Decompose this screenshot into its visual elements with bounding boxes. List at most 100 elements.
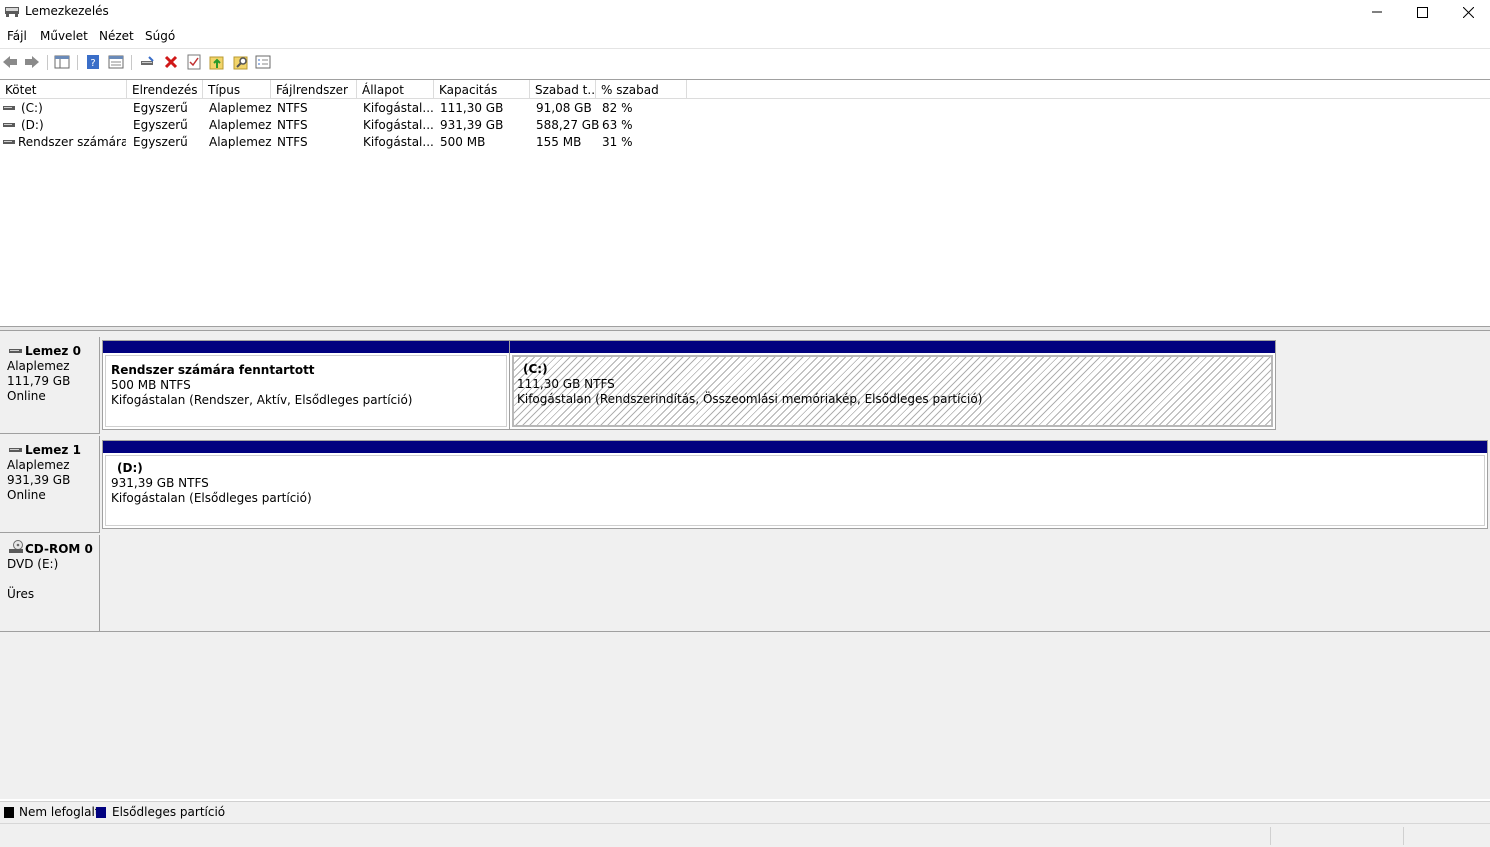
disk-type: Alaplemez	[7, 359, 70, 373]
disk-icon	[9, 349, 22, 353]
disk-graphical-view: Lemez 0 Alaplemez 111,79 GB Online Rends…	[0, 331, 1490, 799]
table-row[interactable]: (C:) Egyszerű Alaplemez NTFS Kifogástal.…	[0, 100, 700, 117]
disk-1-label[interactable]: Lemez 1 Alaplemez 931,39 GB Online	[0, 436, 100, 533]
partition-size: 500 MB NTFS	[111, 378, 191, 392]
maximize-button[interactable]	[1399, 0, 1445, 24]
cell-type: Alaplemez	[209, 118, 272, 132]
column-header-percent-free[interactable]: % szabad	[596, 80, 687, 99]
menu-action[interactable]: Művelet	[40, 29, 88, 43]
table-row[interactable]: (D:) Egyszerű Alaplemez NTFS Kifogástal.…	[0, 117, 700, 134]
volume-icon	[3, 106, 15, 110]
details-icon	[255, 55, 271, 69]
column-header-free-space[interactable]: Szabad t...	[530, 80, 596, 99]
legend-label-unallocated: Nem lefoglalt	[19, 805, 100, 819]
delete-button[interactable]	[162, 53, 180, 71]
column-header-status[interactable]: Állapot	[357, 80, 434, 99]
partition-title: (D:)	[117, 461, 143, 475]
details-button[interactable]	[254, 53, 272, 71]
column-header-type[interactable]: Típus	[203, 80, 271, 99]
table-row[interactable]: Rendszer számára ... Egyszerű Alaplemez …	[0, 134, 700, 151]
volume-list: Kötet Elrendezés Típus Fájlrendszer Álla…	[0, 79, 1490, 326]
disk-status: Online	[7, 389, 46, 403]
partition-title: Rendszer számára fenntartott	[111, 363, 315, 377]
legend: Nem lefoglalt Elsődleges partíció	[0, 801, 1490, 823]
help-button[interactable]: ?	[84, 53, 102, 71]
disk-name: Lemez 0	[25, 344, 81, 358]
disk-size: 931,39 GB	[7, 473, 71, 487]
title-bar: Lemezkezelés	[0, 0, 1490, 24]
partition-status: Kifogástalan (Rendszer, Aktív, Elsődlege…	[111, 393, 413, 407]
menu-view[interactable]: Nézet	[99, 29, 134, 43]
cell-layout: Egyszerű	[133, 135, 188, 149]
cdrom-icon	[9, 540, 23, 553]
partition-body: Rendszer számára fenntartott 500 MB NTFS…	[105, 355, 507, 427]
menu-bar: Fájl Művelet Nézet Súgó	[0, 26, 1490, 46]
partition-status: Kifogástalan (Rendszerindítás, Összeomlá…	[517, 392, 983, 406]
status-divider	[1270, 827, 1271, 845]
disk-name: CD-ROM 0	[25, 542, 93, 556]
close-icon	[1462, 6, 1474, 18]
console-tree-button[interactable]	[53, 53, 71, 71]
import-icon	[209, 56, 224, 70]
cell-percent-free: 82 %	[602, 101, 633, 115]
check-button[interactable]	[185, 53, 203, 71]
disk-status: Üres	[7, 587, 35, 601]
minimize-button[interactable]	[1354, 0, 1400, 24]
find-button[interactable]	[232, 53, 250, 71]
partition-body: (D:) 931,39 GB NTFS Kifogástalan (Elsődl…	[105, 455, 1485, 526]
disk-type: Alaplemez	[7, 458, 70, 472]
delete-icon	[164, 55, 178, 69]
cell-volume: (C:)	[21, 101, 43, 115]
menu-file[interactable]: Fájl	[7, 29, 27, 43]
legend-swatch-unallocated	[4, 807, 14, 818]
cell-capacity: 500 MB	[440, 135, 486, 149]
minimize-icon	[1372, 11, 1382, 13]
disk-status: Online	[7, 488, 46, 502]
cell-volume: (D:)	[21, 118, 44, 132]
partition-system-reserved[interactable]: Rendszer számára fenntartott 500 MB NTFS…	[102, 340, 510, 430]
help-icon: ?	[87, 55, 99, 69]
partition-c-selected[interactable]: (C:) 111,30 GB NTFS Kifogástalan (Rendsz…	[509, 340, 1276, 430]
volume-icon	[3, 140, 15, 144]
cdrom-0-label[interactable]: CD-ROM 0 DVD (E:) Üres	[0, 535, 100, 632]
find-icon	[233, 56, 248, 70]
toolbar: ?	[0, 48, 1490, 76]
status-bar	[0, 823, 1490, 847]
disk-0-label[interactable]: Lemez 0 Alaplemez 111,79 GB Online	[0, 337, 100, 434]
cell-status: Kifogástal...	[363, 101, 434, 115]
cell-layout: Egyszerű	[133, 101, 188, 115]
divider	[0, 631, 1490, 632]
volume-icon	[3, 123, 15, 127]
cell-capacity: 111,30 GB	[440, 101, 504, 115]
menu-help[interactable]: Súgó	[145, 29, 175, 43]
window-title: Lemezkezelés	[25, 4, 109, 18]
partition-title: (C:)	[523, 362, 548, 376]
back-button[interactable]	[1, 53, 19, 71]
close-button[interactable]	[1445, 0, 1490, 24]
connect-button[interactable]	[138, 53, 156, 71]
disk-management-app-icon	[5, 7, 19, 17]
cell-status: Kifogástal...	[363, 118, 434, 132]
cell-percent-free: 63 %	[602, 118, 633, 132]
partition-body: (C:) 111,30 GB NTFS Kifogástalan (Rendsz…	[512, 355, 1273, 427]
partition-d[interactable]: (D:) 931,39 GB NTFS Kifogástalan (Elsődl…	[102, 440, 1488, 529]
cell-filesystem: NTFS	[277, 118, 308, 132]
partition-size: 111,30 GB NTFS	[517, 377, 615, 391]
column-header-capacity[interactable]: Kapacitás	[434, 80, 530, 99]
cell-free-space: 91,08 GB	[536, 101, 592, 115]
import-button[interactable]	[208, 53, 226, 71]
forward-button[interactable]	[23, 53, 41, 71]
column-header-filesystem[interactable]: Fájlrendszer	[271, 80, 357, 99]
disk-icon	[9, 448, 22, 452]
volume-list-header: Kötet Elrendezés Típus Fájlrendszer Álla…	[0, 80, 1490, 99]
properties-list-button[interactable]	[107, 53, 125, 71]
status-divider	[1403, 827, 1404, 845]
column-header-layout[interactable]: Elrendezés	[127, 80, 203, 99]
legend-swatch-primary	[96, 807, 106, 818]
disk-size: 111,79 GB	[7, 374, 71, 388]
cell-filesystem: NTFS	[277, 101, 308, 115]
column-header-volume[interactable]: Kötet	[0, 80, 127, 99]
partition-bar	[103, 341, 509, 353]
cell-free-space: 155 MB	[536, 135, 582, 149]
cell-layout: Egyszerű	[133, 118, 188, 132]
